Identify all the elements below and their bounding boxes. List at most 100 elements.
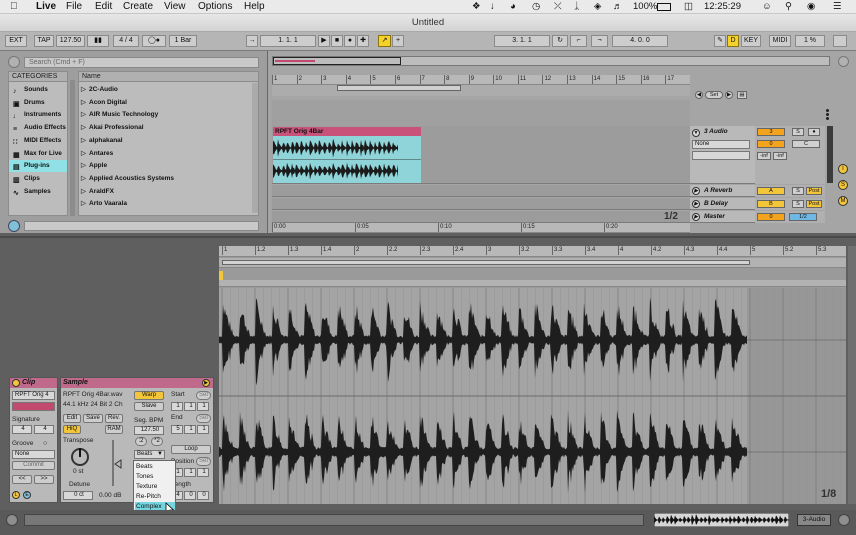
mixer-toggle-icon[interactable]: M (838, 196, 848, 206)
warp-option-re-pitch[interactable]: Re-Pitch (135, 492, 175, 502)
nudge-forward-icon[interactable]: >> (34, 475, 54, 484)
clock[interactable]: 12:25:29 (704, 1, 741, 12)
locator-extra-icon[interactable]: ▤ (737, 91, 747, 99)
expand-triangle-icon[interactable]: ▷ (81, 200, 86, 207)
detail-view-toggle-icon[interactable] (838, 514, 850, 526)
audio-track-header[interactable]: ▼ 3 Audio None (690, 126, 755, 184)
overdub-icon[interactable]: + (392, 35, 404, 47)
start-bar[interactable]: 1 (171, 402, 183, 411)
quantize-menu[interactable]: 1 Bar (169, 35, 197, 47)
expand-triangle-icon[interactable]: ▷ (81, 124, 86, 131)
info-view-toggle-icon[interactable] (6, 514, 18, 526)
midi-map-button[interactable]: MIDI (769, 35, 791, 47)
master-track-header[interactable]: ▶ Master (690, 211, 755, 223)
expand-triangle-icon[interactable]: ▷ (81, 99, 86, 106)
loop-brace[interactable] (337, 85, 461, 91)
track-fold-icon[interactable]: ▼ (692, 129, 700, 137)
warp-option-tones[interactable]: Tones (135, 472, 175, 482)
reverse-button[interactable]: Rev. (105, 414, 123, 423)
notification-icon[interactable]: ☰ (833, 1, 842, 12)
seg-bpm-field[interactable]: 127.50 (134, 426, 164, 435)
category-midi-effects[interactable]: ∷ MIDI Effects (9, 135, 67, 147)
browser-item[interactable]: ▷ 2C-Audio (81, 84, 251, 96)
expand-triangle-icon[interactable]: ▷ (81, 150, 86, 157)
browser-scrollbar[interactable] (252, 83, 258, 213)
sample-editor[interactable]: 1 1.2 1.3 1.4 2 2.2 2.3 2.4 3 3.2 3.3 3.4 4 4.2 4.3 4.4… (219, 246, 846, 504)
category-instruments[interactable]: ♩ Instruments (9, 109, 67, 121)
reverb-activator[interactable]: A (757, 187, 785, 195)
clip-color-select[interactable] (12, 402, 55, 411)
send-b[interactable]: -inf (773, 152, 787, 160)
clip-activator-icon[interactable] (12, 379, 20, 387)
position-sixteenth[interactable]: 1 (197, 468, 209, 477)
overview-bar[interactable] (272, 56, 830, 66)
battery-icon[interactable] (657, 3, 671, 11)
delay-fold-icon[interactable]: ▶ (692, 200, 700, 208)
next-locator-icon[interactable]: ▶ (725, 91, 733, 99)
audio-track-name[interactable]: 3 Audio (704, 128, 728, 135)
metronome-icon[interactable]: ◯● (142, 35, 166, 47)
detune-value[interactable]: 0 ct (63, 491, 93, 500)
beat-time-ruler[interactable]: 1 2 3 4 5 6 7 8 9 10 11 12 13 14 15 16 17 (272, 75, 690, 85)
sends-toggle-icon[interactable]: S (838, 180, 848, 190)
category-max-for-live[interactable]: ▦ Max for Live (9, 148, 67, 160)
track-activator[interactable]: 3 (757, 128, 785, 136)
arrangement-clip-waveform[interactable] (273, 136, 421, 183)
reverb-lane[interactable] (272, 185, 690, 197)
apple-icon[interactable]:  (10, 1, 18, 12)
delay-track-name[interactable]: B Delay (704, 200, 728, 207)
loop-brace-lane[interactable] (272, 85, 690, 96)
groove-select[interactable]: None (12, 450, 55, 459)
clip-name-field[interactable]: RPFT Orig 4 (12, 391, 55, 400)
loop-switch-icon[interactable]: ↻ (552, 35, 568, 47)
volume-icon[interactable]: ♬ (613, 1, 623, 12)
display-icon[interactable]: ◫ (684, 1, 693, 12)
start-beat[interactable]: 1 (184, 402, 196, 411)
category-sounds[interactable]: ♪ Sounds (9, 84, 67, 96)
play-icon[interactable]: ▶ (318, 35, 330, 47)
end-beat[interactable]: 1 (184, 425, 196, 434)
wifi-icon[interactable]: ◈ (594, 1, 601, 12)
save-button[interactable]: Save (83, 414, 103, 423)
punch-out-icon[interactable]: ¬ (591, 35, 608, 47)
browser-item[interactable]: ▷ Acon Digital (81, 97, 251, 109)
arrangement-clip-header[interactable]: RPFT Orig 4Bar (273, 127, 421, 136)
name-column-header[interactable]: Name (79, 72, 258, 82)
stop-icon[interactable]: ■ (331, 35, 343, 47)
draw-mode-icon[interactable]: ✎ (714, 35, 726, 47)
sample-box-header[interactable]: Sample (61, 378, 213, 388)
user-icon[interactable]: ☺ (762, 1, 772, 12)
arm-record-icon[interactable]: ● (808, 128, 820, 136)
reverb-track-name[interactable]: A Reverb (704, 187, 732, 194)
browser-item[interactable]: ▷ AraldFX (81, 186, 251, 198)
io-toggle-icon[interactable]: I (838, 164, 848, 174)
categories-scrollbar[interactable] (70, 80, 75, 216)
hiq-button[interactable]: HiQ (63, 425, 81, 434)
start-set-button[interactable]: Set (196, 391, 211, 400)
end-bar[interactable]: 5 (171, 425, 183, 434)
menu-edit[interactable]: Edit (95, 1, 112, 12)
expand-triangle-icon[interactable]: ▷ (81, 162, 86, 169)
sample-loop-region[interactable] (222, 260, 750, 265)
delay-post[interactable]: Post (806, 200, 822, 208)
signature-denominator[interactable]: 4 (34, 425, 54, 434)
tap-button[interactable]: TAP (34, 35, 54, 47)
browser-bottom-icon[interactable] (8, 220, 20, 232)
ram-button[interactable]: RAM (105, 425, 123, 434)
master-fold-icon[interactable]: ▶ (692, 213, 700, 221)
double-tempo-button[interactable]: *2 (151, 437, 163, 446)
browser-item[interactable]: ▷ Apple (81, 160, 251, 172)
browser-toggle-icon[interactable] (8, 56, 20, 68)
category-clips[interactable]: ▥ Clips (9, 173, 67, 185)
time-machine-icon[interactable]: ◷ (532, 1, 540, 12)
reverb-solo[interactable]: S (792, 187, 804, 195)
menu-options[interactable]: Options (198, 1, 232, 12)
spotlight-icon[interactable]: ⚲ (785, 1, 792, 12)
position-set-button[interactable]: Set (196, 457, 211, 466)
menu-file[interactable]: File (66, 1, 82, 12)
start-sixteenth[interactable]: 1 (197, 402, 209, 411)
detail-scrollbar[interactable] (848, 246, 856, 504)
browser-preview-bar[interactable] (24, 221, 259, 231)
halve-tempo-button[interactable]: :2 (135, 437, 147, 446)
reverb-track-header[interactable]: ▶ A Reverb (690, 185, 755, 197)
